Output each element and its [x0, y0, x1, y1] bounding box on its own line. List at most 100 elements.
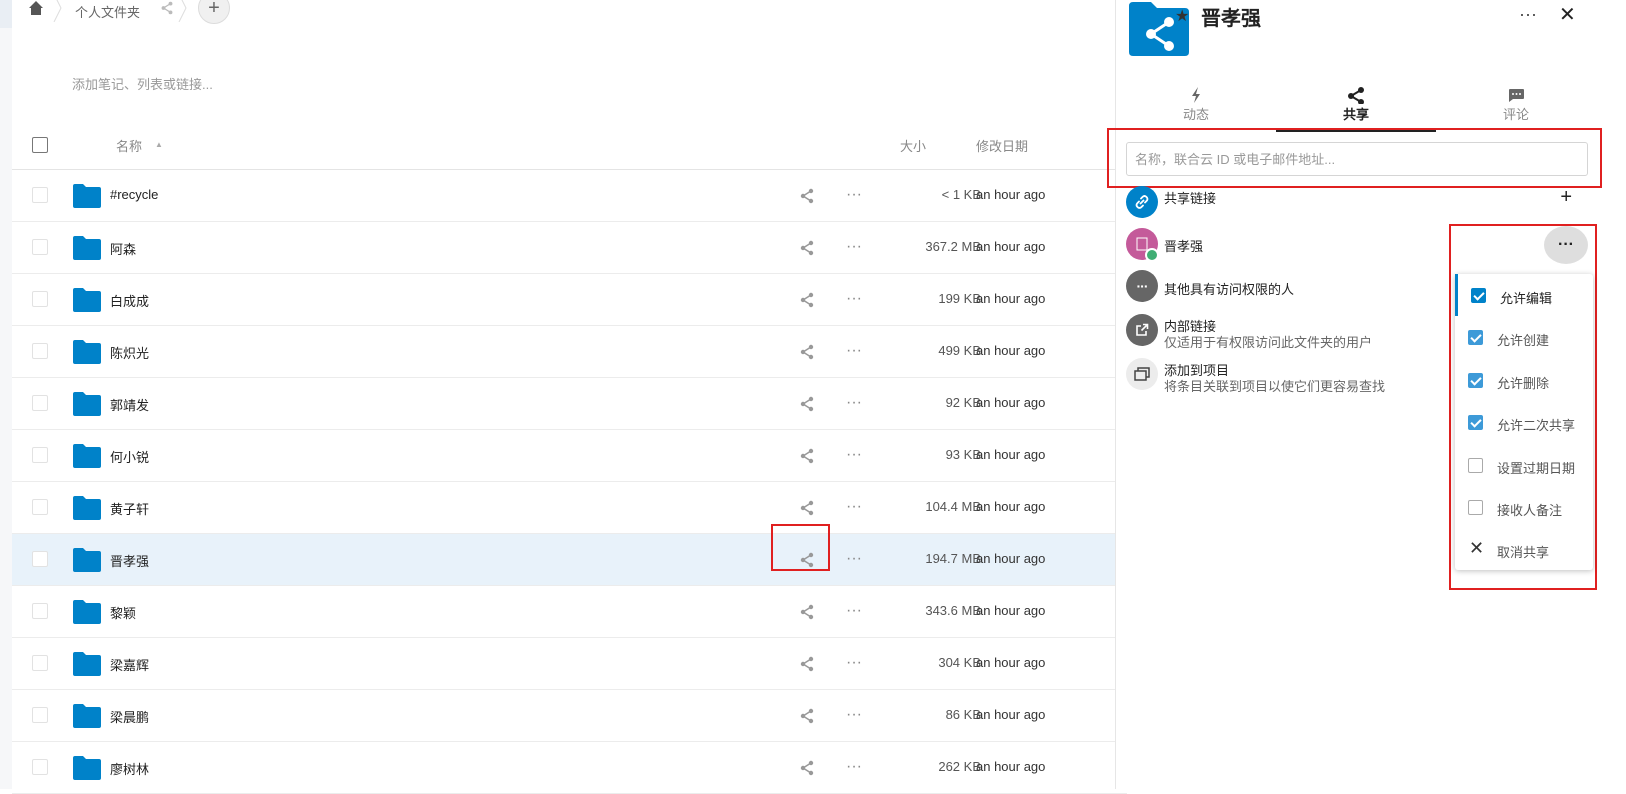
- more-actions-button[interactable]: ···: [846, 654, 862, 672]
- highlight-share-button: [771, 524, 830, 571]
- more-actions-button[interactable]: ···: [846, 238, 862, 256]
- file-name[interactable]: 黎颖: [110, 603, 136, 622]
- share-icon[interactable]: [799, 292, 815, 308]
- sort-by-size[interactable]: 大小: [900, 136, 926, 155]
- row-checkbox[interactable]: [32, 343, 48, 359]
- share-icon[interactable]: [799, 760, 815, 776]
- row-checkbox[interactable]: [32, 499, 48, 515]
- add-share-link-button[interactable]: +: [1560, 186, 1572, 209]
- unshare-menu-item[interactable]: ✕ 取消共享: [1455, 528, 1593, 570]
- file-name[interactable]: 黄子轩: [110, 499, 149, 518]
- more-actions-button[interactable]: ···: [846, 446, 862, 464]
- more-actions-button[interactable]: ···: [846, 290, 862, 308]
- breadcrumb-current[interactable]: 个人文件夹: [75, 2, 140, 21]
- more-actions-button[interactable]: ···: [846, 706, 862, 724]
- share-permissions-menu: 允许编辑 允许创建 允许删除 允许二次共享 设置过期日期 接收人备注 ✕ 取消共享: [1455, 274, 1593, 570]
- row-checkbox[interactable]: [32, 239, 48, 255]
- file-name[interactable]: 何小锐: [110, 447, 149, 466]
- more-actions-button[interactable]: ···: [846, 602, 862, 620]
- tab-activity[interactable]: 动态: [1116, 82, 1276, 132]
- share-icon[interactable]: [799, 240, 815, 256]
- comment-icon: [1509, 89, 1524, 102]
- close-icon[interactable]: ✕: [1559, 2, 1576, 27]
- tab-sharing[interactable]: 共享: [1276, 82, 1436, 132]
- row-checkbox[interactable]: [32, 759, 48, 775]
- permission-menu-item[interactable]: 允许编辑: [1455, 274, 1593, 316]
- lightning-icon: [1192, 87, 1200, 103]
- permission-menu-item[interactable]: 允许二次共享: [1455, 401, 1593, 443]
- permission-menu-item[interactable]: 设置过期日期: [1455, 444, 1593, 486]
- file-name[interactable]: 梁嘉辉: [110, 655, 149, 674]
- new-item-button[interactable]: +: [198, 0, 230, 24]
- permission-checkbox[interactable]: [1468, 457, 1483, 473]
- file-name[interactable]: 白成成: [110, 291, 149, 310]
- permission-checkbox[interactable]: [1468, 372, 1483, 388]
- permission-checkbox[interactable]: [1471, 288, 1486, 303]
- file-name[interactable]: 梁晨鹏: [110, 707, 149, 726]
- more-actions-button[interactable]: ···: [846, 550, 862, 568]
- file-name[interactable]: 阿森: [110, 239, 136, 258]
- file-modified: an hour ago: [976, 603, 1046, 618]
- table-row[interactable]: 陈炽光 ··· 499 KB an hour ago: [12, 326, 1127, 378]
- share-link-entry[interactable]: 共享链接 +: [1126, 186, 1596, 222]
- table-row[interactable]: 梁嘉辉 ··· 304 KB an hour ago: [12, 638, 1127, 690]
- more-actions-button[interactable]: ···: [846, 498, 862, 516]
- permission-menu-item[interactable]: 允许删除: [1455, 359, 1593, 401]
- share-icon[interactable]: [799, 604, 815, 620]
- row-checkbox[interactable]: [32, 655, 48, 671]
- table-row[interactable]: 白成成 ··· 199 KB an hour ago: [12, 274, 1127, 326]
- select-all-checkbox[interactable]: [32, 137, 48, 153]
- favorite-star-icon[interactable]: ★: [1175, 6, 1189, 26]
- sort-by-name[interactable]: 名称: [116, 136, 142, 155]
- tab-label: 评论: [1502, 107, 1529, 122]
- row-checkbox[interactable]: [32, 395, 48, 411]
- more-actions-button[interactable]: ···: [846, 342, 862, 360]
- share-options-button[interactable]: ···: [1544, 226, 1588, 264]
- file-name[interactable]: 郭靖发: [110, 395, 149, 414]
- file-name[interactable]: 晋孝强: [110, 551, 149, 570]
- share-icon[interactable]: [799, 656, 815, 672]
- permission-checkbox[interactable]: [1468, 415, 1483, 431]
- row-checkbox[interactable]: [32, 551, 48, 567]
- table-row[interactable]: 郭靖发 ··· 92 KB an hour ago: [12, 378, 1127, 430]
- file-modified: an hour ago: [976, 499, 1046, 514]
- notes-placeholder[interactable]: 添加笔记、列表或链接...: [72, 74, 213, 93]
- tab-comments[interactable]: 评论: [1436, 82, 1596, 132]
- table-row[interactable]: 廖树林 ··· 262 KB an hour ago: [12, 742, 1127, 794]
- share-icon[interactable]: [799, 188, 815, 204]
- table-row[interactable]: 黎颖 ··· 343.6 MB an hour ago: [12, 586, 1127, 638]
- sidebar-more-button[interactable]: ···: [1519, 4, 1537, 25]
- table-row[interactable]: 何小锐 ··· 93 KB an hour ago: [12, 430, 1127, 482]
- permission-menu-item[interactable]: 允许创建: [1455, 316, 1593, 358]
- row-checkbox[interactable]: [32, 603, 48, 619]
- row-checkbox[interactable]: [32, 707, 48, 723]
- row-checkbox[interactable]: [32, 187, 48, 203]
- share-icon[interactable]: [160, 1, 174, 15]
- more-actions-button[interactable]: ···: [846, 186, 862, 204]
- table-row[interactable]: #recycle ··· < 1 KB an hour ago: [12, 170, 1127, 222]
- file-name[interactable]: 陈炽光: [110, 343, 149, 362]
- permission-menu-item[interactable]: 接收人备注: [1455, 486, 1593, 528]
- table-row[interactable]: 梁晨鹏 ··· 86 KB an hour ago: [12, 690, 1127, 742]
- row-checkbox[interactable]: [32, 291, 48, 307]
- permission-checkbox[interactable]: [1468, 330, 1483, 346]
- share-icon[interactable]: [799, 396, 815, 412]
- share-icon[interactable]: [799, 448, 815, 464]
- more-actions-button[interactable]: ···: [846, 394, 862, 412]
- home-icon[interactable]: [28, 0, 44, 16]
- table-row[interactable]: 晋孝强 ··· 194.7 MB an hour ago: [12, 534, 1127, 586]
- close-icon: ✕: [1469, 538, 1485, 559]
- file-name[interactable]: 廖树林: [110, 759, 149, 778]
- share-icon[interactable]: [799, 500, 815, 516]
- link-icon: [1126, 186, 1158, 218]
- table-row[interactable]: 黄子轩 ··· 104.4 MB an hour ago: [12, 482, 1127, 534]
- table-row[interactable]: 阿森 ··· 367.2 MB an hour ago: [12, 222, 1127, 274]
- share-icon[interactable]: [799, 708, 815, 724]
- more-actions-button[interactable]: ···: [846, 758, 862, 776]
- sort-by-modified[interactable]: 修改日期: [976, 136, 1028, 155]
- permission-checkbox[interactable]: [1468, 500, 1483, 515]
- row-checkbox[interactable]: [32, 447, 48, 463]
- file-name[interactable]: #recycle: [110, 187, 158, 202]
- share-icon[interactable]: [799, 344, 815, 360]
- share-search-input[interactable]: [1126, 142, 1588, 176]
